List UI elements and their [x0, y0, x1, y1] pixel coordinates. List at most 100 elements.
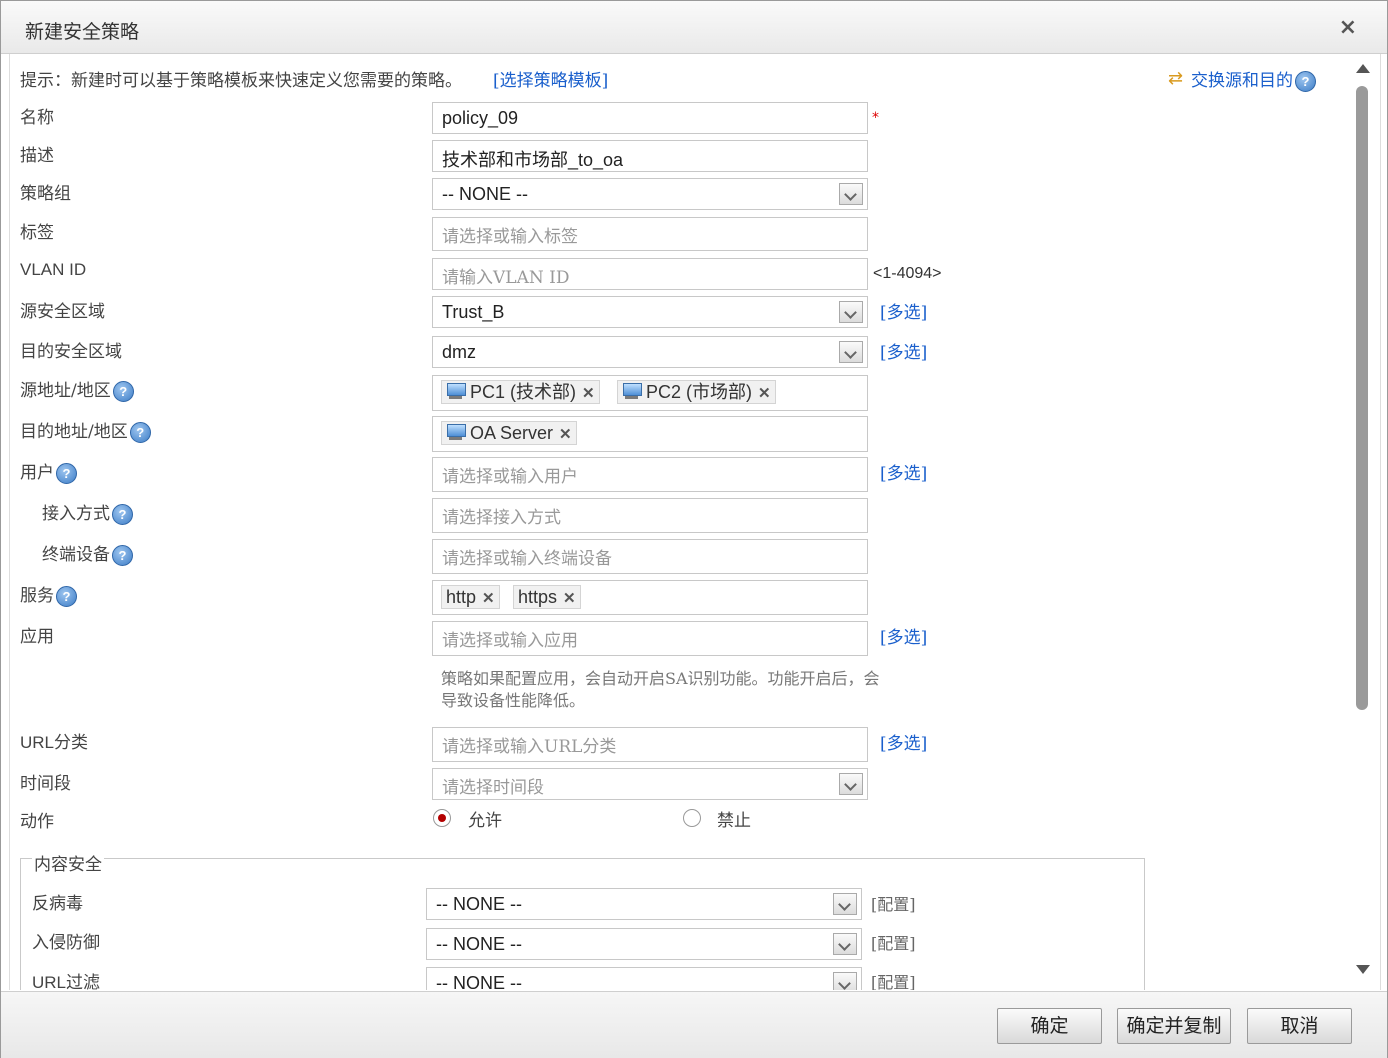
url-filter-select[interactable]: -- NONE --	[426, 967, 862, 990]
close-icon[interactable]: ×	[1339, 15, 1357, 40]
destination-address-input[interactable]: OA Server ✕	[432, 416, 868, 452]
user-multi-link[interactable]: [多选]	[880, 459, 927, 484]
help-icon[interactable]: ?	[56, 463, 77, 484]
computer-icon	[446, 383, 466, 400]
url-category-multi-link[interactable]: [多选]	[880, 729, 927, 754]
service-label: 服务?	[20, 581, 77, 607]
ips-config-link[interactable]: [配置]	[871, 930, 916, 954]
new-security-policy-dialog: 新建安全策略 × 提示：新建时可以基于策略模板来快速定义您需要的策略。 [选择策…	[0, 0, 1388, 1058]
access-method-input[interactable]: 请选择接入方式	[432, 498, 868, 533]
policy-group-value: -- NONE --	[442, 184, 528, 204]
action-deny-radio[interactable]	[683, 809, 701, 827]
tag-text: PC2 (市场部)	[646, 382, 753, 402]
application-label: 应用	[20, 627, 54, 647]
source-zone-multi-link[interactable]: [多选]	[880, 298, 927, 323]
chevron-down-icon[interactable]	[833, 972, 857, 990]
service-tag: https ✕	[513, 585, 581, 609]
chevron-down-icon[interactable]	[839, 301, 863, 323]
chevron-down-icon[interactable]	[839, 183, 863, 205]
url-category-label: URL分类	[20, 733, 89, 752]
ips-value: -- NONE --	[436, 934, 522, 954]
remove-tag-icon[interactable]: ✕	[482, 588, 495, 610]
ok-and-copy-button[interactable]: 确定并复制	[1117, 1008, 1231, 1044]
destination-address-tag: OA Server ✕	[441, 421, 577, 445]
required-marker: *	[872, 110, 879, 126]
terminal-device-input[interactable]: 请选择或输入终端设备	[432, 539, 868, 574]
application-multi-link[interactable]: [多选]	[880, 623, 927, 648]
computer-icon	[622, 383, 642, 400]
policy-group-select[interactable]: -- NONE --	[432, 178, 868, 210]
antivirus-value: -- NONE --	[436, 894, 522, 914]
help-icon[interactable]: ?	[112, 545, 133, 566]
tag-input[interactable]: 请选择或输入标签	[432, 217, 868, 251]
policy-group-label: 策略组	[20, 184, 71, 204]
destination-zone-multi-link[interactable]: [多选]	[880, 338, 927, 363]
service-text: 服务	[20, 586, 54, 606]
description-label: 描述	[20, 146, 54, 166]
antivirus-config-link[interactable]: [配置]	[871, 891, 916, 915]
service-input[interactable]: http ✕ https ✕	[432, 580, 868, 615]
url-filter-value: -- NONE --	[436, 973, 522, 990]
application-input[interactable]: 请选择或输入应用	[432, 621, 868, 656]
action-allow-label: 允许	[468, 811, 502, 831]
source-address-input[interactable]: PC1 (技术部) ✕ PC2 (市场部) ✕	[432, 375, 868, 411]
vertical-scrollbar[interactable]	[1354, 54, 1370, 984]
scroll-down-icon[interactable]	[1356, 965, 1370, 974]
help-icon[interactable]: ?	[1295, 71, 1316, 92]
destination-address-text: 目的地址/地区	[20, 422, 128, 442]
source-address-tag: PC2 (市场部) ✕	[617, 380, 776, 404]
destination-zone-select[interactable]: dmz	[432, 336, 868, 368]
terminal-device-text: 终端设备	[42, 545, 110, 565]
tag-text: https	[518, 587, 558, 607]
description-input[interactable]: 技术部和市场部_to_oa	[432, 140, 868, 172]
select-template-link[interactable]: [选择策略模板]	[493, 66, 608, 91]
user-placeholder: 请选择或输入用户	[442, 467, 578, 487]
source-zone-select[interactable]: Trust_B	[432, 296, 868, 328]
vlan-input[interactable]: 请输入VLAN ID	[432, 258, 868, 290]
remove-tag-icon[interactable]: ✕	[563, 588, 576, 610]
action-deny-label: 禁止	[717, 811, 751, 831]
remove-tag-icon[interactable]: ✕	[582, 383, 595, 405]
application-placeholder: 请选择或输入应用	[442, 631, 578, 651]
remove-tag-icon[interactable]: ✕	[758, 383, 771, 405]
chevron-down-icon[interactable]	[839, 341, 863, 363]
user-input[interactable]: 请选择或输入用户	[432, 457, 868, 492]
chevron-down-icon[interactable]	[833, 893, 857, 915]
description-value: 技术部和市场部_to_oa	[442, 150, 624, 170]
ips-label: 入侵防御	[32, 933, 100, 953]
tag-text: http	[446, 587, 477, 607]
vlan-placeholder: 请输入VLAN ID	[442, 268, 570, 288]
help-icon[interactable]: ?	[56, 586, 77, 607]
help-icon[interactable]: ?	[112, 381, 134, 402]
content-security-legend: 内容安全	[32, 850, 104, 875]
ips-select[interactable]: -- NONE --	[426, 928, 862, 960]
swap-icon	[1168, 68, 1188, 89]
url-category-input[interactable]: 请选择或输入URL分类	[432, 727, 868, 762]
scroll-up-icon[interactable]	[1356, 64, 1370, 73]
vlan-range: <1-4094>	[873, 265, 942, 282]
chevron-down-icon[interactable]	[833, 933, 857, 955]
user-text: 用户	[20, 463, 54, 483]
name-label: 名称	[20, 108, 54, 128]
remove-tag-icon[interactable]: ✕	[559, 424, 572, 446]
hint-text: 提示：新建时可以基于策略模板来快速定义您需要的策略。	[20, 71, 462, 91]
swap-source-destination-link[interactable]: 交换源和目的?	[1168, 66, 1316, 92]
action-allow-radio[interactable]	[433, 809, 451, 827]
access-method-text: 接入方式	[42, 504, 110, 524]
scrollbar-thumb[interactable]	[1356, 86, 1368, 710]
time-range-select[interactable]: 请选择时间段	[432, 768, 868, 800]
antivirus-select[interactable]: -- NONE --	[426, 888, 862, 920]
ok-button[interactable]: 确定	[997, 1008, 1102, 1044]
url-filter-config-link[interactable]: [配置]	[871, 969, 916, 990]
destination-zone-label: 目的安全区域	[20, 342, 122, 362]
swap-label: 交换源和目的	[1191, 71, 1293, 91]
name-value: policy_09	[442, 108, 519, 128]
name-input[interactable]: policy_09	[432, 102, 868, 134]
antivirus-label: 反病毒	[32, 894, 83, 914]
help-icon[interactable]: ?	[112, 504, 133, 525]
dialog-title: 新建安全策略	[25, 21, 140, 43]
cancel-button[interactable]: 取消	[1247, 1008, 1352, 1044]
help-icon[interactable]: ?	[129, 422, 151, 443]
chevron-down-icon[interactable]	[839, 773, 863, 795]
terminal-device-placeholder: 请选择或输入终端设备	[442, 549, 612, 569]
